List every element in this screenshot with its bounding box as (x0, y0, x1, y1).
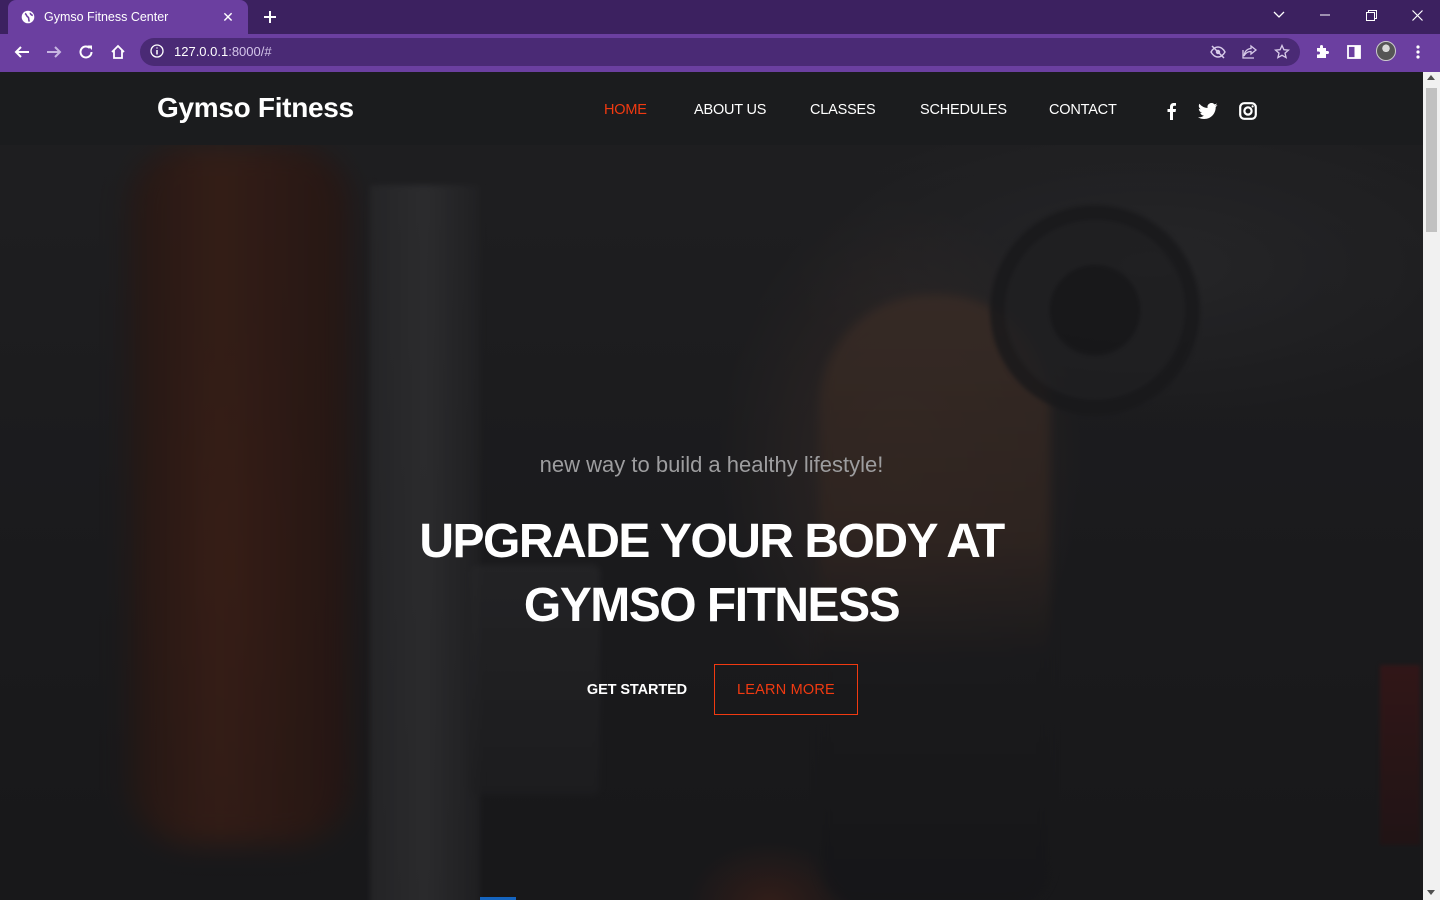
home-button[interactable] (106, 40, 130, 64)
reload-button[interactable] (74, 40, 98, 64)
url-text[interactable]: 127.0.0.1:8000/# (174, 44, 272, 59)
site-info-icon[interactable] (150, 44, 166, 60)
scrollbar-thumb[interactable] (1426, 88, 1437, 232)
site-brand[interactable]: Gymso Fitness (157, 92, 354, 124)
close-window-button[interactable] (1394, 0, 1440, 30)
restore-button[interactable] (1348, 0, 1394, 30)
new-tab-button[interactable] (258, 6, 282, 28)
instagram-icon[interactable] (1237, 100, 1259, 122)
close-tab-icon[interactable]: ✕ (220, 9, 236, 26)
side-panel-icon[interactable] (1344, 42, 1364, 62)
get-started-button[interactable]: GET STARTED (572, 675, 702, 705)
extensions-icon[interactable] (1312, 42, 1332, 62)
twitter-icon[interactable] (1197, 100, 1219, 122)
hero-headline: UPGRADE YOUR BODY AT GYMSO FITNESS (0, 510, 1423, 638)
nav-home[interactable]: HOME (604, 102, 647, 118)
facebook-icon[interactable] (1160, 100, 1182, 122)
browser-tab[interactable]: Gymso Fitness Center ✕ (8, 0, 248, 34)
url-host: 127.0.0.1 (174, 44, 229, 59)
share-icon[interactable] (1242, 44, 1258, 60)
globe-icon (20, 9, 36, 25)
tab-search-icon[interactable] (1256, 0, 1302, 30)
menu-kebab-icon[interactable] (1408, 42, 1428, 62)
address-bar[interactable]: 127.0.0.1:8000/# (140, 38, 1300, 66)
hero-headline-line-2: GYMSO FITNESS (523, 579, 901, 632)
nav-contact[interactable]: CONTACT (1049, 102, 1117, 118)
profile-avatar[interactable] (1376, 41, 1396, 61)
bookmark-star-icon[interactable] (1273, 43, 1291, 60)
tab-title: Gymso Fitness Center (44, 10, 169, 24)
hero-section: new way to build a healthy lifestyle! UP… (0, 145, 1423, 900)
page-viewport: Gymso Fitness HOME ABOUT US CLASSES SCHE… (0, 72, 1423, 900)
scroll-down-arrow-icon[interactable] (1427, 890, 1435, 895)
back-button[interactable] (10, 40, 34, 64)
browser-tab-strip: Gymso Fitness Center ✕ (0, 0, 1440, 34)
learn-more-button[interactable]: LEARN MORE (714, 664, 858, 715)
forward-button[interactable] (42, 40, 66, 64)
hero-subtitle: new way to build a healthy lifestyle! (539, 452, 884, 477)
browser-toolbar: 127.0.0.1:8000/# (0, 34, 1440, 70)
eye-off-icon[interactable] (1210, 44, 1226, 60)
page-scrollbar[interactable] (1423, 72, 1440, 900)
hero-headline-line-1: UPGRADE YOUR BODY AT (419, 515, 1005, 568)
scroll-up-arrow-icon[interactable] (1427, 75, 1435, 80)
nav-classes[interactable]: CLASSES (810, 102, 876, 118)
site-navbar: Gymso Fitness HOME ABOUT US CLASSES SCHE… (0, 72, 1423, 145)
nav-about-us[interactable]: ABOUT US (694, 102, 766, 118)
minimize-button[interactable] (1302, 0, 1348, 30)
nav-schedules[interactable]: SCHEDULES (920, 102, 1007, 118)
url-path: :8000/# (228, 44, 272, 59)
